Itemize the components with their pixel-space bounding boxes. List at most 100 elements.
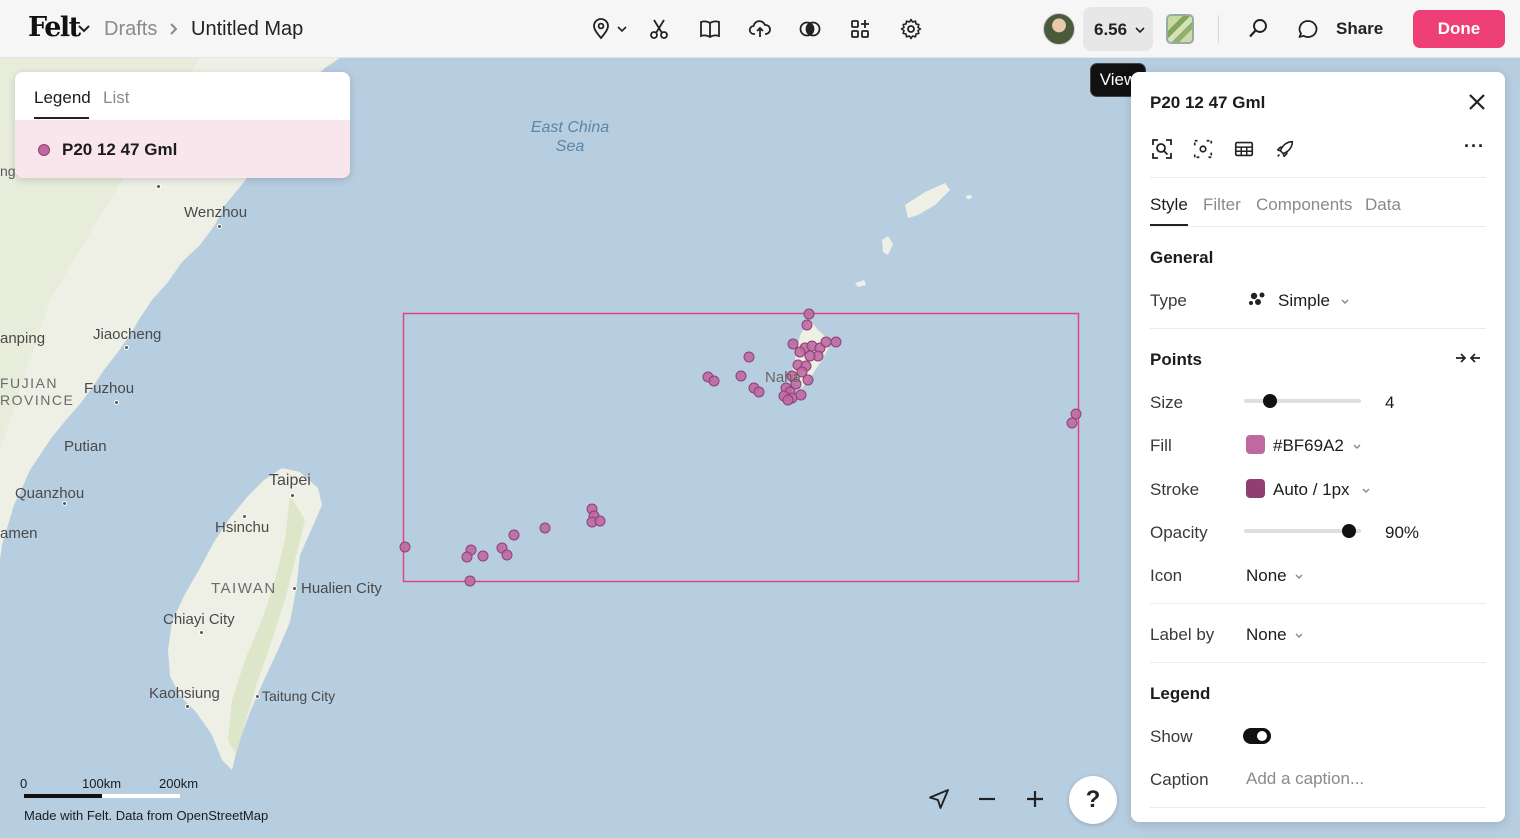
chevron-right-icon — [170, 23, 178, 35]
fill-label: Fill — [1150, 436, 1172, 455]
locate-icon[interactable] — [924, 784, 954, 814]
gear-icon[interactable] — [896, 14, 926, 44]
region-label-line2: ROVINCE — [0, 392, 75, 408]
city-dot — [114, 400, 119, 405]
tab-style[interactable]: Style — [1150, 195, 1188, 215]
show-label: Show — [1150, 727, 1193, 746]
size-slider-knob[interactable] — [1262, 394, 1277, 408]
divider — [1150, 328, 1486, 329]
map-point[interactable] — [508, 529, 520, 541]
tab-legend[interactable]: Legend — [34, 88, 91, 108]
city-dot — [217, 224, 222, 229]
type-select[interactable]: Simple — [1278, 291, 1330, 311]
map-point[interactable] — [461, 551, 473, 563]
collapse-icon[interactable] — [1455, 351, 1481, 365]
map-attribution[interactable]: Made with Felt. Data from OpenStreetMap — [24, 808, 268, 823]
tab-components[interactable]: Components — [1256, 195, 1352, 215]
focus-icon[interactable] — [1190, 136, 1216, 162]
stroke-value[interactable]: Auto / 1px — [1273, 480, 1350, 500]
map-point[interactable] — [539, 522, 551, 534]
map-point[interactable] — [743, 351, 755, 363]
map-point[interactable] — [782, 394, 794, 406]
label-by-select[interactable]: None — [1246, 625, 1287, 645]
chevron-down-icon[interactable] — [1352, 442, 1362, 452]
close-icon[interactable] — [1465, 90, 1489, 114]
map-point[interactable] — [801, 319, 813, 331]
map-point[interactable] — [735, 370, 747, 382]
zoom-to-layer-icon[interactable] — [1149, 136, 1175, 162]
size-slider[interactable] — [1244, 394, 1361, 408]
chevron-down-icon[interactable] — [1361, 486, 1371, 496]
map-label-putian: Putian — [64, 438, 107, 455]
map-point[interactable] — [1066, 417, 1078, 429]
pin-icon[interactable] — [586, 14, 616, 44]
map-point[interactable] — [794, 346, 806, 358]
more-icon[interactable]: ··· — [1464, 136, 1485, 157]
opacity-slider-knob[interactable] — [1342, 524, 1357, 538]
book-icon[interactable] — [695, 14, 725, 44]
map-point[interactable] — [787, 338, 799, 350]
map-point[interactable] — [804, 350, 816, 362]
zoom-in-icon[interactable] — [1020, 784, 1050, 814]
upload-cloud-icon[interactable] — [745, 14, 775, 44]
rocket-icon[interactable] — [1272, 136, 1298, 162]
map-point[interactable] — [399, 541, 411, 553]
map-point[interactable] — [753, 386, 765, 398]
map-label-nanping: anping — [0, 330, 46, 347]
chevron-down-icon[interactable] — [1340, 297, 1350, 307]
city-dot — [156, 184, 161, 189]
map-title[interactable]: Untitled Map — [191, 18, 303, 41]
scissors-icon[interactable] — [644, 14, 674, 44]
map-point[interactable] — [803, 308, 815, 320]
size-label: Size — [1150, 393, 1184, 412]
basemap-thumbnail[interactable] — [1166, 14, 1194, 44]
search-icon[interactable] — [1243, 14, 1273, 44]
share-button[interactable]: Share — [1336, 19, 1383, 39]
map-point[interactable] — [802, 374, 814, 386]
map-point[interactable] — [464, 575, 476, 587]
divider — [1150, 662, 1486, 663]
map-label-taiwan: TAIWAN — [211, 580, 277, 597]
tab-list[interactable]: List — [103, 88, 129, 108]
show-toggle[interactable] — [1243, 728, 1271, 744]
opacity-slider[interactable] — [1244, 524, 1361, 538]
chevron-down-icon[interactable] — [616, 24, 628, 34]
map-point[interactable] — [830, 336, 842, 348]
scale-label-zero: 0 — [20, 776, 28, 791]
opacity-label: Opacity — [1150, 523, 1208, 542]
map-point[interactable] — [501, 549, 513, 561]
felt-logo[interactable]: Felt — [28, 12, 81, 43]
done-button[interactable]: Done — [1413, 10, 1505, 48]
map-point[interactable] — [594, 515, 606, 527]
map-point[interactable] — [795, 389, 807, 401]
map-label-jiaocheng: Jiaocheng — [93, 326, 162, 343]
stroke-swatch[interactable] — [1246, 479, 1265, 498]
city-dot — [124, 345, 129, 350]
icon-select[interactable]: None — [1246, 566, 1287, 586]
legend-layer-row[interactable]: P20 12 47 Gml — [15, 120, 350, 178]
avatar[interactable] — [1043, 13, 1075, 45]
zoom-level-button[interactable]: 6.56 — [1083, 7, 1153, 51]
comment-icon[interactable] — [1293, 14, 1323, 44]
map-label-taipei: Taipei — [269, 472, 311, 489]
chevron-down-icon[interactable] — [1294, 631, 1304, 641]
zoom-out-icon[interactable] — [972, 784, 1002, 814]
chevron-down-icon[interactable] — [1294, 572, 1304, 582]
legend-layer-name: P20 12 47 Gml — [62, 140, 178, 159]
fill-value[interactable]: #BF69A2 — [1273, 436, 1344, 456]
help-button[interactable]: ? — [1069, 776, 1117, 824]
tab-data[interactable]: Data — [1365, 195, 1401, 215]
table-icon[interactable] — [1231, 136, 1257, 162]
map-point[interactable] — [477, 550, 489, 562]
compare-icon[interactable] — [795, 14, 825, 44]
map-point[interactable] — [708, 375, 720, 387]
chevron-down-icon[interactable] — [77, 22, 91, 36]
breadcrumb-drafts[interactable]: Drafts — [104, 18, 157, 41]
map-point[interactable] — [820, 336, 832, 348]
map-point[interactable] — [1070, 408, 1082, 420]
caption-input[interactable]: Add a caption... — [1246, 769, 1364, 789]
tab-underline — [34, 117, 89, 119]
fill-swatch[interactable] — [1246, 435, 1265, 454]
tab-filter[interactable]: Filter — [1203, 195, 1241, 215]
components-icon[interactable] — [845, 14, 875, 44]
